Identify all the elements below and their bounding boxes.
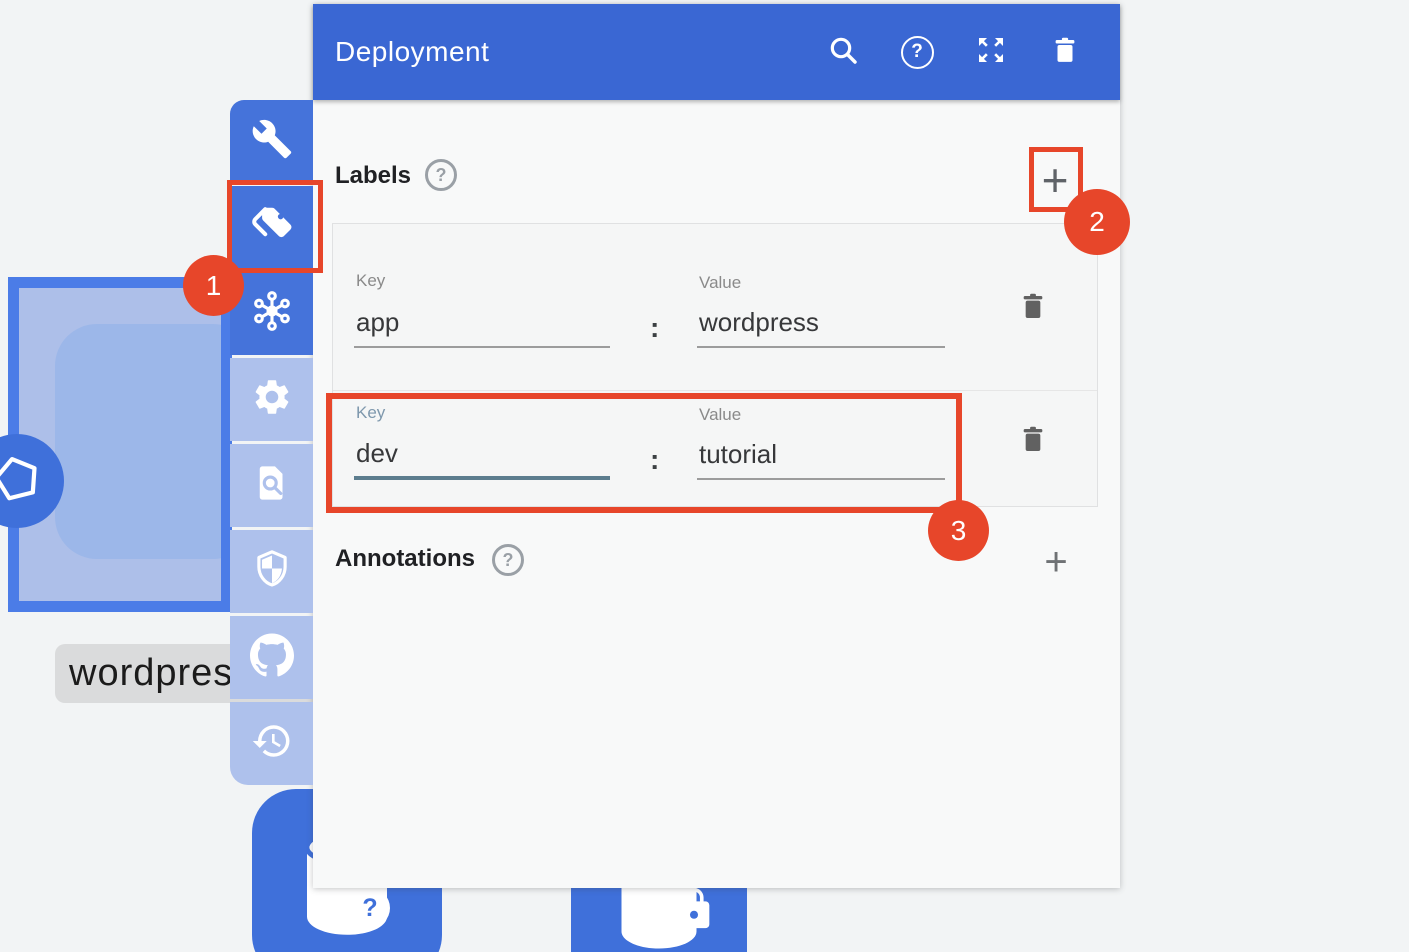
lock-icon <box>671 886 717 937</box>
document-search-icon <box>251 462 293 509</box>
github-icon <box>250 633 294 682</box>
gear-icon <box>251 376 293 423</box>
value-field-label: Value <box>699 273 741 293</box>
toolbar-item-inspect[interactable] <box>230 444 313 527</box>
expand-icon <box>975 34 1007 71</box>
panel-title: Deployment <box>335 36 826 68</box>
delete-row-button[interactable] <box>1017 288 1049 324</box>
step-badge-1: 1 <box>183 255 244 316</box>
shield-icon <box>251 548 293 595</box>
trash-icon <box>1017 444 1049 461</box>
toolbar-item-history[interactable] <box>230 702 313 785</box>
history-icon <box>251 720 293 767</box>
expand-button[interactable] <box>974 35 1008 69</box>
trash-icon <box>1017 311 1049 328</box>
deployment-node-inner <box>55 324 232 559</box>
toolbar-item-build[interactable] <box>230 100 313 183</box>
annotations-help-icon[interactable]: ? <box>492 544 524 576</box>
question-badge: ? <box>350 888 390 928</box>
key-input[interactable] <box>354 304 610 348</box>
panel-header: Deployment ? <box>313 4 1120 100</box>
header-actions: ? <box>826 35 1082 69</box>
pentagon-icon <box>0 451 45 512</box>
toolbar-item-security[interactable] <box>230 530 313 613</box>
kv-separator: : <box>650 312 659 344</box>
delete-row-button[interactable] <box>1017 421 1049 457</box>
step-badge-3: 3 <box>928 500 989 561</box>
step-badge-2: 2 <box>1064 189 1130 255</box>
highlight-rect-new-row <box>326 393 962 513</box>
toolbar-item-github[interactable] <box>230 616 313 699</box>
annotations-section-title: Annotations <box>335 545 475 573</box>
value-input[interactable] <box>697 304 945 348</box>
row-divider <box>333 390 1097 391</box>
search-icon <box>827 34 859 71</box>
delete-button[interactable] <box>1048 35 1082 69</box>
labels-section-title: Labels <box>335 162 411 190</box>
labels-help-icon[interactable]: ? <box>425 159 457 191</box>
hub-icon <box>250 289 294 338</box>
trash-icon <box>1050 34 1080 71</box>
help-button[interactable]: ? <box>900 35 934 69</box>
app-canvas: wordpress ? <box>0 0 1409 952</box>
help-icon: ? <box>901 36 934 69</box>
wrench-icon <box>251 118 293 165</box>
search-button[interactable] <box>826 35 860 69</box>
add-annotation-button[interactable]: + <box>1036 542 1076 582</box>
toolbar-item-settings[interactable] <box>230 358 313 441</box>
key-field-label: Key <box>356 271 385 291</box>
highlight-rect-labels-tool <box>227 180 323 273</box>
